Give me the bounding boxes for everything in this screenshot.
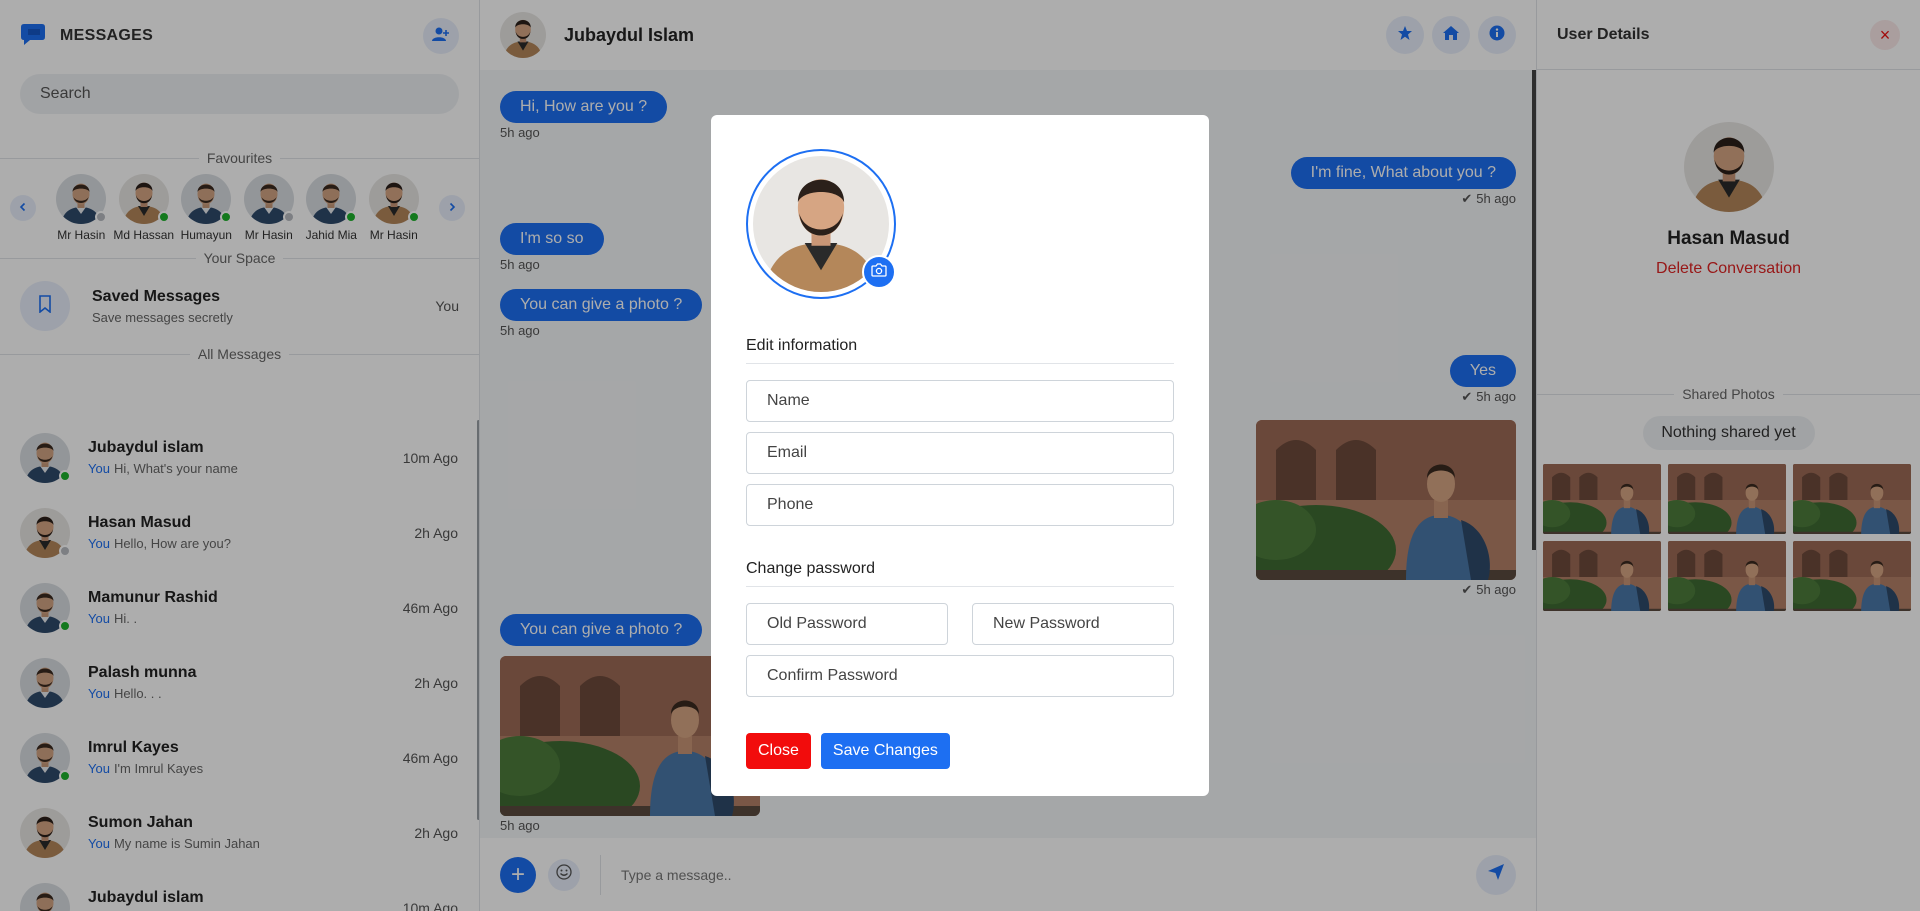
phone-field[interactable] <box>746 484 1174 526</box>
camera-icon <box>871 262 887 282</box>
new-password-field[interactable] <box>972 603 1174 645</box>
password-row <box>746 603 1174 645</box>
change-password-heading: Change password <box>746 560 1174 587</box>
email-field[interactable] <box>746 432 1174 474</box>
old-password-field[interactable] <box>746 603 948 645</box>
save-changes-button[interactable]: Save Changes <box>820 733 950 769</box>
name-field[interactable] <box>746 380 1174 422</box>
confirm-password-field[interactable] <box>746 655 1174 697</box>
profile-photo <box>746 149 896 299</box>
edit-information-heading: Edit information <box>746 337 1174 364</box>
change-photo-button[interactable] <box>862 255 896 289</box>
close-button[interactable]: Close <box>746 733 811 769</box>
modal-buttons: Close Save Changes <box>746 733 1174 769</box>
edit-profile-modal: Edit information Change password Close S… <box>711 115 1209 796</box>
